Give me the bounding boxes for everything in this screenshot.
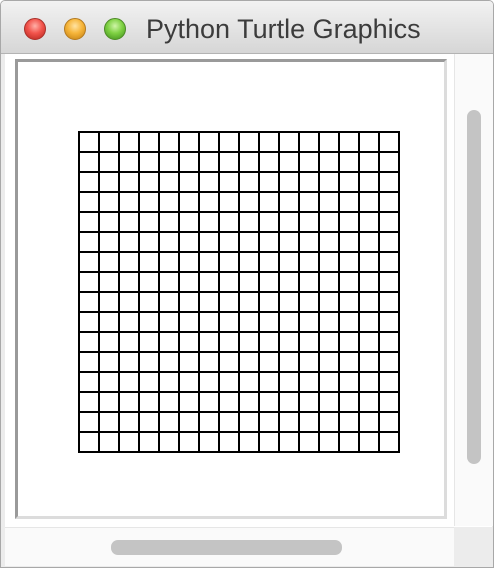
title-bar[interactable]: Python Turtle Graphics bbox=[1, 1, 493, 54]
turtle-window: Python Turtle Graphics bbox=[0, 0, 494, 568]
window-title: Python Turtle Graphics bbox=[146, 14, 421, 44]
minimize-button[interactable] bbox=[64, 18, 86, 40]
horizontal-scrollbar[interactable] bbox=[5, 527, 454, 566]
canvas-background bbox=[18, 62, 444, 516]
close-button[interactable] bbox=[24, 18, 46, 40]
scroll-corner bbox=[454, 527, 492, 565]
window-content bbox=[5, 54, 493, 566]
turtle-canvas[interactable] bbox=[18, 62, 444, 516]
vertical-scroll-thumb[interactable] bbox=[467, 110, 481, 464]
horizontal-scroll-thumb[interactable] bbox=[111, 540, 342, 555]
vertical-scrollbar[interactable] bbox=[454, 54, 493, 526]
canvas-frame bbox=[15, 59, 447, 519]
zoom-button[interactable] bbox=[104, 18, 126, 40]
